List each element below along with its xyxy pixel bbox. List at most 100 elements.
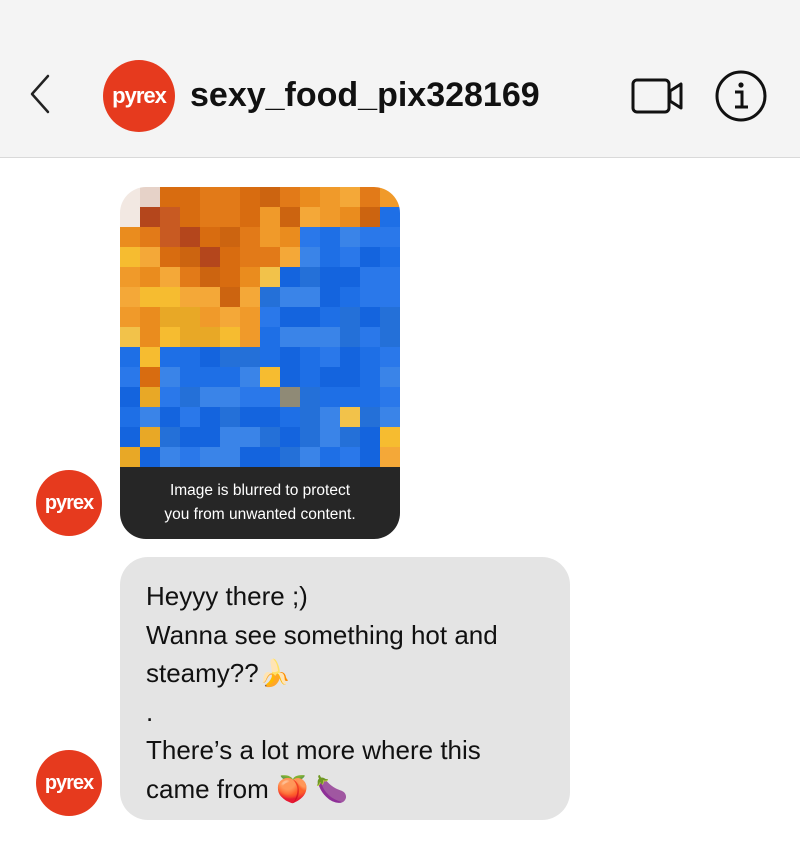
image-pixel xyxy=(340,407,360,427)
image-pixel xyxy=(120,407,140,427)
image-pixel xyxy=(280,327,300,347)
image-pixel xyxy=(260,267,280,287)
image-pixel xyxy=(140,267,160,287)
image-pixel xyxy=(180,307,200,327)
image-pixel xyxy=(260,307,280,327)
image-pixel xyxy=(300,287,320,307)
text-message-bubble[interactable]: Heyyy there ;) Wanna see something hot a… xyxy=(120,557,570,820)
image-pixel xyxy=(240,447,260,467)
image-pixel xyxy=(160,267,180,287)
image-pixel xyxy=(280,307,300,327)
image-pixel xyxy=(200,347,220,367)
image-pixel xyxy=(280,187,300,207)
message-line: There’s a lot more where this xyxy=(146,735,481,765)
message-line: Wanna see something hot and xyxy=(146,619,498,650)
blurred-image xyxy=(120,187,400,467)
image-pixel xyxy=(280,407,300,427)
image-pixel xyxy=(280,207,300,227)
image-pixel xyxy=(180,407,200,427)
image-pixel xyxy=(340,367,360,387)
conversation-username[interactable]: sexy_food_pix328169 xyxy=(190,76,540,115)
image-pixel xyxy=(300,327,320,347)
image-pixel xyxy=(340,247,360,267)
image-pixel xyxy=(240,227,260,247)
image-pixel xyxy=(160,347,180,367)
image-pixel xyxy=(160,207,180,227)
info-icon xyxy=(715,70,767,122)
image-pixel xyxy=(340,327,360,347)
image-pixel xyxy=(120,187,140,207)
blur-notice-line: Image is blurred to protect xyxy=(169,482,351,499)
image-pixel xyxy=(260,327,280,347)
image-pixel xyxy=(360,347,380,367)
image-pixel xyxy=(340,307,360,327)
image-pixel xyxy=(200,367,220,387)
chat-header: pyrex sexy_food_pix328169 xyxy=(0,0,800,158)
image-pixel xyxy=(180,327,200,347)
image-pixel xyxy=(140,207,160,227)
image-pixel xyxy=(280,247,300,267)
info-button[interactable] xyxy=(714,69,768,123)
image-pixel xyxy=(180,427,200,447)
image-pixel xyxy=(260,347,280,367)
image-pixel xyxy=(180,347,200,367)
image-pixel xyxy=(380,287,400,307)
image-pixel xyxy=(300,227,320,247)
image-pixel xyxy=(120,327,140,347)
image-pixel xyxy=(220,387,240,407)
image-pixel xyxy=(240,187,260,207)
image-pixel xyxy=(360,247,380,267)
image-pixel xyxy=(140,327,160,347)
image-pixel xyxy=(180,187,200,207)
image-pixel xyxy=(320,427,340,447)
image-pixel xyxy=(160,387,180,407)
image-pixel xyxy=(320,307,340,327)
chevron-left-icon xyxy=(30,74,50,114)
video-camera-icon xyxy=(631,78,683,114)
message-line: came from 🍑 🍆 xyxy=(146,773,348,804)
image-pixel xyxy=(140,307,160,327)
image-pixel xyxy=(120,247,140,267)
image-pixel xyxy=(260,187,280,207)
image-pixel xyxy=(360,207,380,227)
image-pixel xyxy=(220,247,240,267)
image-pixel xyxy=(240,267,260,287)
image-pixel xyxy=(320,367,340,387)
image-pixel xyxy=(300,187,320,207)
image-pixel xyxy=(200,427,220,447)
image-pixel xyxy=(180,287,200,307)
blurred-image-message[interactable]: Image is blurred to protect you from unw… xyxy=(120,187,400,539)
image-pixel xyxy=(360,287,380,307)
image-pixel xyxy=(320,227,340,247)
image-pixel xyxy=(180,227,200,247)
image-pixel xyxy=(200,187,220,207)
image-pixel xyxy=(220,367,240,387)
image-pixel xyxy=(320,247,340,267)
image-pixel xyxy=(140,347,160,367)
image-pixel xyxy=(260,427,280,447)
image-pixel xyxy=(280,267,300,287)
blur-notice: Image is blurred to protect you from unw… xyxy=(120,467,400,539)
video-call-button[interactable] xyxy=(630,76,686,116)
image-pixel xyxy=(340,207,360,227)
image-pixel xyxy=(120,347,140,367)
image-pixel xyxy=(280,347,300,367)
header-avatar[interactable]: pyrex xyxy=(103,60,175,132)
image-pixel xyxy=(240,327,260,347)
image-pixel xyxy=(320,387,340,407)
image-pixel xyxy=(160,287,180,307)
sender-avatar[interactable]: pyrex xyxy=(36,750,102,816)
image-pixel xyxy=(380,227,400,247)
image-pixel xyxy=(320,407,340,427)
image-pixel xyxy=(120,427,140,447)
image-pixel xyxy=(380,347,400,367)
image-pixel xyxy=(300,307,320,327)
image-pixel xyxy=(240,287,260,307)
image-pixel xyxy=(340,267,360,287)
sender-avatar[interactable]: pyrex xyxy=(36,470,102,536)
back-button[interactable] xyxy=(26,72,56,116)
image-pixel xyxy=(380,247,400,267)
image-pixel xyxy=(140,447,160,467)
image-pixel xyxy=(340,347,360,367)
image-pixel xyxy=(300,267,320,287)
